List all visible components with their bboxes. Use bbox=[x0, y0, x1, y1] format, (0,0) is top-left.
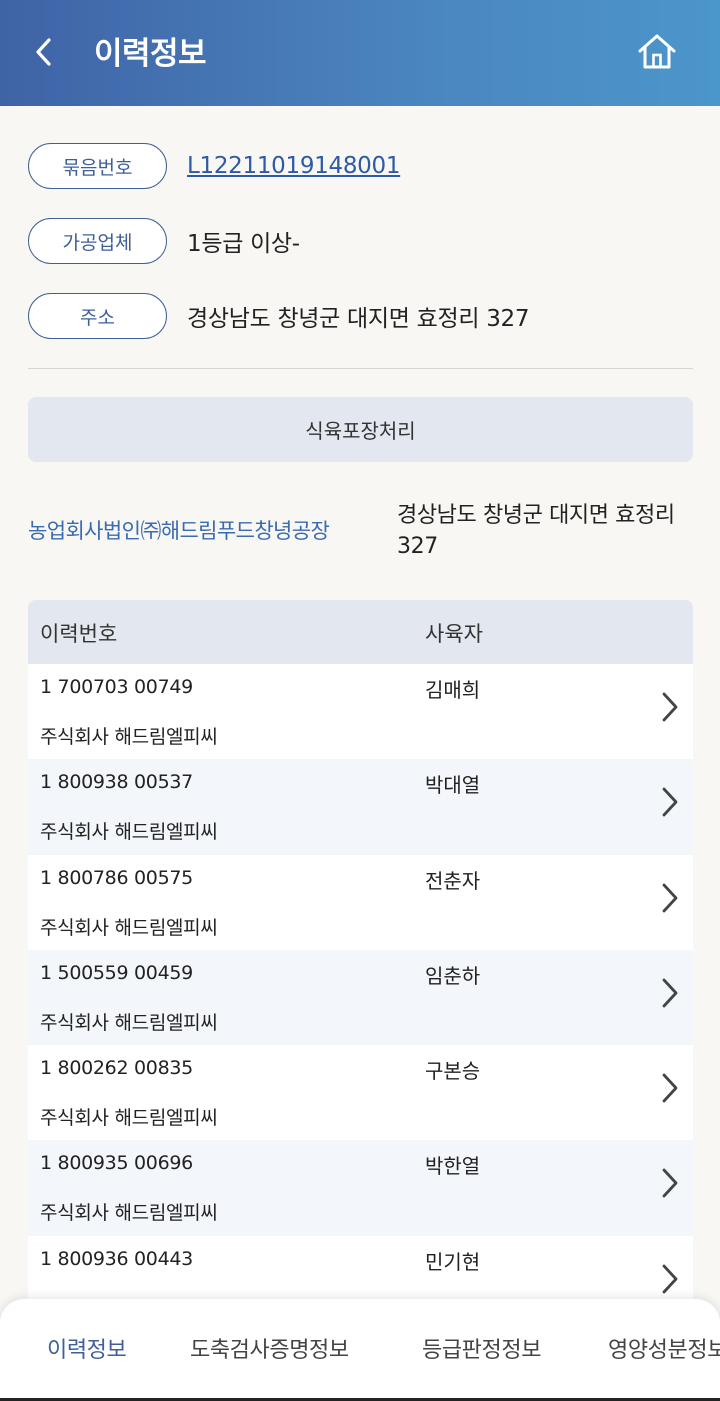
chevron-left-icon bbox=[36, 38, 51, 66]
back-button[interactable] bbox=[22, 30, 66, 74]
address-label: 주소 bbox=[28, 293, 167, 339]
owner-name: 박대열 bbox=[425, 773, 481, 798]
bundle-number-label: 묶음번호 bbox=[28, 143, 167, 189]
company-name-link[interactable]: 농업회사법인㈜해드림푸드창녕공장 bbox=[28, 515, 330, 545]
processor-label: 가공업체 bbox=[28, 218, 167, 264]
chevron-right-icon bbox=[662, 692, 678, 722]
owner-name: 구본승 bbox=[425, 1059, 481, 1084]
table-row[interactable]: 1 700703 00749 주식회사 해드림엘피씨 김매희 bbox=[28, 664, 693, 760]
table-body: 1 700703 00749 주식회사 해드림엘피씨 김매희 1 800938 005… bbox=[28, 664, 693, 1332]
tab-nutrition-info[interactable]: 영양성분정보 bbox=[608, 1332, 720, 1364]
history-number: 1 500559 00459 bbox=[40, 961, 193, 984]
home-icon bbox=[638, 34, 676, 69]
history-number: 1 800938 00537 bbox=[40, 771, 193, 794]
corporation-name: 주식회사 해드림엘피씨 bbox=[40, 821, 218, 844]
corporation-name: 주식회사 해드림엘피씨 bbox=[40, 1202, 218, 1225]
header-owner: 사육자 bbox=[425, 622, 483, 646]
section-title-box: 식육포장처리 bbox=[28, 397, 693, 462]
divider bbox=[28, 368, 693, 369]
header-history-number: 이력번호 bbox=[40, 622, 118, 646]
owner-name: 전춘자 bbox=[425, 868, 481, 893]
history-number: 1 800935 00696 bbox=[40, 1152, 193, 1175]
history-number: 1 800786 00575 bbox=[40, 866, 193, 889]
chevron-right-icon bbox=[662, 1264, 678, 1294]
corporation-name: 주식회사 해드림엘피씨 bbox=[40, 1011, 218, 1034]
history-number: 1 800262 00835 bbox=[40, 1057, 193, 1080]
table-header: 이력번호 사육자 bbox=[28, 600, 693, 664]
tab-history-info[interactable]: 이력정보 bbox=[47, 1332, 127, 1364]
bottom-tab-bar: 이력정보 도축검사증명정보 등급판정정보 영양성분정보 bbox=[0, 1299, 720, 1401]
info-row-bundle-number: 묶음번호 L12211019148001 bbox=[28, 143, 400, 189]
owner-name: 김매희 bbox=[425, 678, 481, 702]
address-value: 경상남도 창녕군 대지면 효정리 327 bbox=[187, 306, 530, 332]
chevron-right-icon bbox=[662, 883, 678, 912]
owner-name: 민기현 bbox=[425, 1249, 481, 1274]
info-row-processor: 가공업체 1등급 이상- bbox=[28, 218, 300, 264]
tab-grade-info[interactable]: 등급판정정보 bbox=[422, 1332, 541, 1364]
history-table: 이력번호 사육자 1 700703 00749 주식회사 해드림엘피씨 김매희 1 8… bbox=[28, 600, 693, 1332]
chevron-right-icon bbox=[662, 1073, 678, 1103]
table-row[interactable]: 1 800935 00696 주식회사 해드림엘피씨 박한열 bbox=[28, 1140, 693, 1236]
company-address: 경상남도 창녕군 대지면 효정리 327 bbox=[397, 503, 675, 559]
tab-slaughter-inspection[interactable]: 도축검사증명정보 bbox=[190, 1332, 349, 1364]
table-row[interactable]: 1 800786 00575 주식회사 해드림엘피씨 전춘자 bbox=[28, 854, 693, 950]
chevron-right-icon bbox=[662, 1169, 678, 1198]
history-number: 1 700703 00749 bbox=[40, 676, 193, 698]
owner-name: 박한열 bbox=[425, 1154, 481, 1179]
corporation-name: 주식회사 해드림엘피씨 bbox=[40, 916, 218, 939]
home-button[interactable] bbox=[634, 28, 680, 74]
chevron-right-icon bbox=[662, 978, 678, 1008]
processor-value: 1등급 이상- bbox=[187, 231, 300, 257]
history-number: 1 800936 00443 bbox=[40, 1247, 193, 1270]
corporation-name: 주식회사 해드림엘피씨 bbox=[40, 1107, 218, 1130]
bundle-number-link[interactable]: L12211019148001 bbox=[187, 153, 400, 179]
table-row[interactable]: 1 800938 00537 주식회사 해드림엘피씨 박대열 bbox=[28, 759, 693, 855]
corporation-name: 주식회사 해드림엘피씨 bbox=[40, 726, 218, 748]
table-row[interactable]: 1 800262 00835 주식회사 해드림엘피씨 구본승 bbox=[28, 1045, 693, 1141]
chevron-right-icon bbox=[662, 787, 678, 817]
page-title: 이력정보 bbox=[94, 36, 207, 72]
table-row[interactable]: 1 500559 00459 주식회사 해드림엘피씨 임춘하 bbox=[28, 949, 693, 1046]
owner-name: 임춘하 bbox=[425, 963, 481, 988]
app-header: 이력정보 bbox=[0, 0, 720, 106]
info-row-address: 주소 경상남도 창녕군 대지면 효정리 327 bbox=[28, 293, 530, 339]
